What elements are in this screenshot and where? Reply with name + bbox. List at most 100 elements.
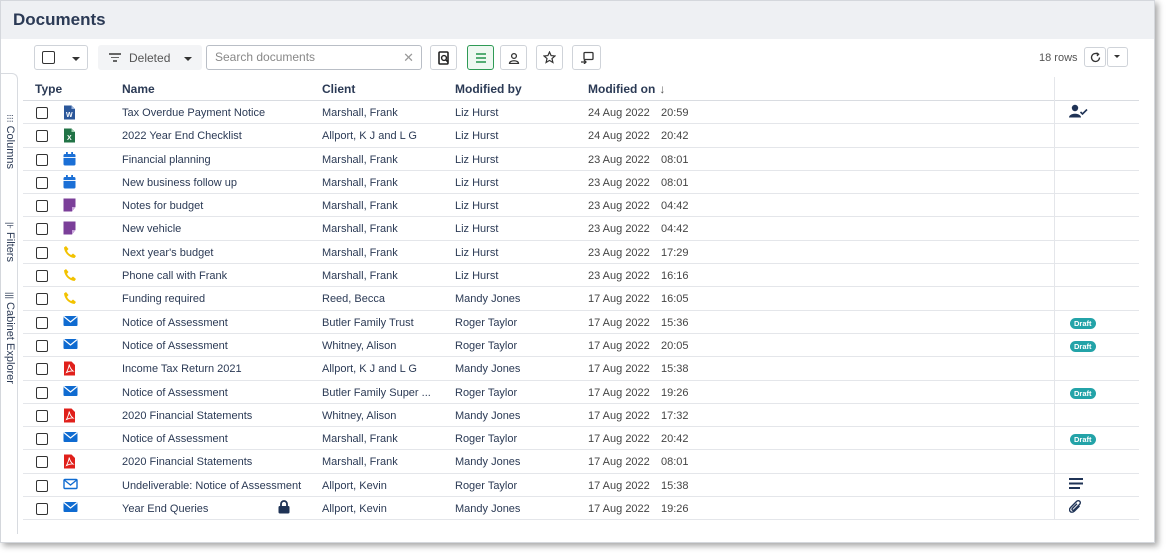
move-to-cabinet-button[interactable] bbox=[572, 45, 601, 70]
row-checkbox[interactable] bbox=[36, 153, 48, 166]
column-header-modified-by[interactable]: Modified by bbox=[455, 82, 522, 96]
modified-time: 19:26 bbox=[661, 503, 689, 516]
row-checkbox[interactable] bbox=[36, 363, 48, 376]
row-checkbox[interactable] bbox=[36, 409, 48, 422]
row-checkbox[interactable] bbox=[36, 270, 48, 283]
row-checkbox[interactable] bbox=[36, 246, 48, 259]
document-name[interactable]: Notice of Assessment bbox=[122, 387, 228, 399]
document-name[interactable]: Next year's budget bbox=[122, 247, 213, 259]
rail-columns[interactable]: ⁝⁝⁝ Columns bbox=[4, 114, 16, 169]
table-row[interactable]: Notice of Assessment Whitney, Alison Roger… bbox=[23, 333, 1139, 358]
calendar-icon bbox=[63, 174, 77, 190]
table-row[interactable]: Phone call with Frank Marshall, Frank Liz … bbox=[23, 264, 1139, 288]
row-checkbox[interactable] bbox=[36, 176, 48, 189]
list-icon[interactable] bbox=[1069, 477, 1083, 493]
row-actions bbox=[1054, 124, 1139, 147]
table-row[interactable]: New business follow up Marshall, Frank Liz… bbox=[23, 170, 1139, 195]
row-checkbox[interactable] bbox=[36, 339, 48, 352]
refresh-button[interactable] bbox=[1084, 47, 1106, 67]
table-row[interactable]: 2020 Financial Statements Marshall, Frank… bbox=[23, 450, 1139, 474]
row-actions bbox=[1054, 194, 1139, 217]
document-name[interactable]: Year End Queries bbox=[122, 503, 208, 515]
favorites-button[interactable] bbox=[536, 45, 563, 70]
table-row[interactable]: Notice of Assessment Butler Family Super … bbox=[23, 380, 1139, 404]
table-row[interactable]: Funding required Reed, Becca Mandy Jones 17… bbox=[23, 287, 1139, 311]
row-checkbox[interactable] bbox=[36, 293, 48, 306]
table-row[interactable]: Notice of Assessment Butler Family Trust R… bbox=[23, 310, 1139, 334]
row-checkbox[interactable] bbox=[36, 386, 48, 399]
rail-filters[interactable]: |⊦ Filters bbox=[4, 222, 16, 262]
row-checkbox[interactable] bbox=[36, 200, 48, 213]
table-row[interactable]: 2020 Financial Statements Whitney, Alison… bbox=[23, 403, 1139, 428]
table-row[interactable]: New vehicle Marshall, Frank Liz Hurst 23 Au… bbox=[23, 217, 1139, 241]
clear-search-icon[interactable]: ✕ bbox=[403, 50, 414, 66]
modified-date: 23 Aug 2022 bbox=[588, 223, 650, 236]
document-name[interactable]: Funding required bbox=[122, 293, 205, 305]
row-actions: Draft bbox=[1054, 310, 1139, 333]
column-header-client[interactable]: Client bbox=[322, 82, 355, 96]
table-row[interactable]: Notice of Assessment Marshall, Frank Roger… bbox=[23, 427, 1139, 451]
row-checkbox[interactable] bbox=[36, 503, 48, 516]
rail-cabinet-explorer[interactable]: ||| Cabinet Explorer bbox=[4, 292, 16, 384]
document-name[interactable]: Notice of Assessment bbox=[122, 433, 228, 445]
modified-by: Mandy Jones bbox=[455, 456, 521, 469]
row-checkbox[interactable] bbox=[36, 316, 48, 329]
document-name[interactable]: Notes for budget bbox=[122, 200, 203, 212]
svg-text:W: W bbox=[66, 112, 73, 119]
more-options-button[interactable] bbox=[1107, 47, 1128, 67]
client-name: Marshall, Frank bbox=[322, 153, 398, 166]
column-header-modified-on[interactable]: Modified on ↓ bbox=[588, 82, 665, 96]
list-icon bbox=[475, 52, 486, 63]
row-checkbox[interactable] bbox=[36, 456, 48, 469]
modified-date: 17 Aug 2022 bbox=[588, 433, 650, 446]
preview-document-button[interactable] bbox=[430, 45, 457, 70]
table-row[interactable]: Notes for budget Marshall, Frank Liz Hurst… bbox=[23, 194, 1139, 218]
email-outline-icon bbox=[63, 478, 78, 493]
note-icon bbox=[63, 221, 77, 236]
row-checkbox[interactable] bbox=[36, 223, 48, 236]
column-header-type[interactable]: Type bbox=[35, 82, 62, 96]
document-name[interactable]: Notice of Assessment bbox=[122, 340, 228, 352]
document-name[interactable]: Tax Overdue Payment Notice bbox=[122, 107, 265, 119]
document-name[interactable]: Income Tax Return 2021 bbox=[122, 363, 242, 375]
row-checkbox[interactable] bbox=[36, 479, 48, 492]
table-row[interactable]: Financial planning Marshall, Frank Liz Hur… bbox=[23, 147, 1139, 171]
select-all-checkbox[interactable] bbox=[42, 51, 55, 64]
modified-time: 19:26 bbox=[661, 386, 689, 399]
document-name[interactable]: Phone call with Frank bbox=[122, 270, 227, 282]
row-checkbox[interactable] bbox=[36, 130, 48, 143]
table-row[interactable]: Year End Queries Allport, Kevin Mandy Jone… bbox=[23, 497, 1139, 521]
user-check-icon[interactable] bbox=[1069, 104, 1088, 121]
client-name: Marshall, Frank bbox=[322, 456, 398, 469]
modified-by: Mandy Jones bbox=[455, 409, 521, 422]
document-name[interactable]: 2020 Financial Statements bbox=[122, 410, 252, 422]
document-name[interactable]: Financial planning bbox=[122, 154, 211, 166]
modified-date: 17 Aug 2022 bbox=[588, 363, 650, 376]
phone-icon bbox=[63, 291, 77, 306]
table-row[interactable]: W Tax Overdue Payment Notice Marshall, Fra… bbox=[23, 101, 1139, 125]
row-checkbox[interactable] bbox=[36, 433, 48, 446]
grid-icon: ⁝⁝⁝ bbox=[5, 114, 15, 123]
column-header-name[interactable]: Name bbox=[122, 82, 155, 96]
document-name[interactable]: Undeliverable: Notice of Assessment bbox=[122, 480, 301, 492]
document-name[interactable]: 2020 Financial Statements bbox=[122, 456, 252, 468]
document-name[interactable]: New business follow up bbox=[122, 177, 237, 189]
document-name[interactable]: 2022 Year End Checklist bbox=[122, 130, 242, 142]
my-documents-button[interactable] bbox=[500, 45, 527, 70]
table-row[interactable]: Undeliverable: Notice of Assessment Allpo… bbox=[23, 473, 1139, 498]
modified-date: 23 Aug 2022 bbox=[588, 153, 650, 166]
table-row[interactable]: X 2022 Year End Checklist Allport, K J and… bbox=[23, 124, 1139, 148]
list-view-button[interactable] bbox=[467, 45, 494, 70]
paperclip-icon[interactable] bbox=[1068, 500, 1082, 517]
select-all-dropdown[interactable] bbox=[34, 45, 88, 70]
document-name[interactable]: Notice of Assessment bbox=[122, 317, 228, 329]
modified-time: 08:01 bbox=[661, 456, 689, 469]
table-row[interactable]: Next year's budget Marshall, Frank Liz Hur… bbox=[23, 240, 1139, 265]
table-row[interactable]: Income Tax Return 2021 Allport, K J and L… bbox=[23, 357, 1139, 381]
document-name[interactable]: New vehicle bbox=[122, 223, 181, 235]
status-filter-dropdown[interactable]: Deleted bbox=[98, 45, 202, 70]
star-icon bbox=[543, 51, 556, 64]
search-input[interactable] bbox=[215, 46, 395, 68]
page-title: Documents bbox=[13, 10, 106, 29]
row-checkbox[interactable] bbox=[36, 107, 48, 119]
